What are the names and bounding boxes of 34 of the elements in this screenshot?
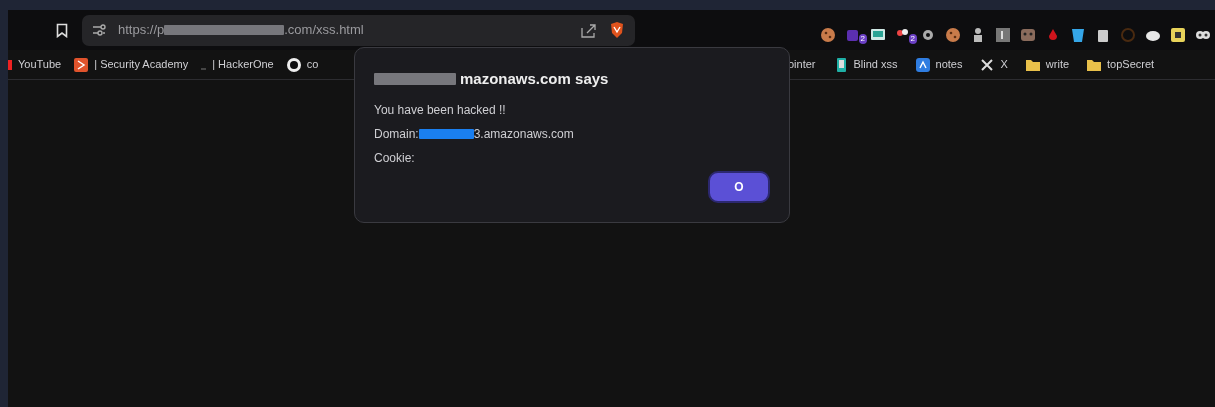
youtube-icon	[8, 59, 12, 70]
shield-icon	[74, 57, 89, 72]
url-text: https://p .com/xss.html	[118, 21, 364, 40]
extension-badge: 2	[858, 34, 867, 44]
bookmark-item[interactable]: X	[980, 56, 1008, 73]
extension-icon[interactable]	[945, 26, 961, 43]
bookmark-item[interactable]: Blind xss	[833, 56, 898, 73]
lion-shield-icon[interactable]	[609, 21, 625, 39]
extension-icon[interactable]	[820, 26, 836, 43]
ok-button[interactable]: O	[708, 171, 770, 203]
folder-icon	[1025, 57, 1040, 72]
bookmark-item[interactable]: write	[1025, 56, 1070, 73]
extension-icon[interactable]	[870, 26, 886, 43]
folder-icon	[1087, 57, 1102, 72]
message-line: Cookie:	[374, 149, 416, 167]
x-icon	[980, 57, 995, 72]
message-line: Domain: 3.amazonaws.com	[374, 125, 575, 143]
bookmark-item[interactable]: topSecret	[1087, 56, 1155, 73]
extension-icon[interactable]	[1170, 26, 1186, 43]
github-icon	[286, 57, 301, 72]
dialog-title: mazonaws.com says	[460, 69, 609, 89]
bookmark-item[interactable]: notes	[915, 56, 963, 73]
extension-icon[interactable]	[1070, 26, 1086, 43]
bookmark-item[interactable]: | Security Academy	[74, 56, 189, 73]
message-line: You have been hacked !!	[374, 101, 507, 119]
bookmark-item[interactable]: YouTube	[8, 56, 62, 73]
bookmark-item[interactable]: co	[286, 56, 319, 73]
site-settings-icon	[92, 24, 106, 36]
extension-icon[interactable]	[995, 26, 1011, 43]
bookmark-item[interactable]: | HackerOne	[201, 56, 274, 73]
share-icon[interactable]	[581, 22, 597, 38]
note-icon	[915, 57, 930, 72]
extension-badge: 2	[908, 34, 917, 44]
address-bar[interactable]: https://p .com/xss.html	[82, 14, 635, 46]
